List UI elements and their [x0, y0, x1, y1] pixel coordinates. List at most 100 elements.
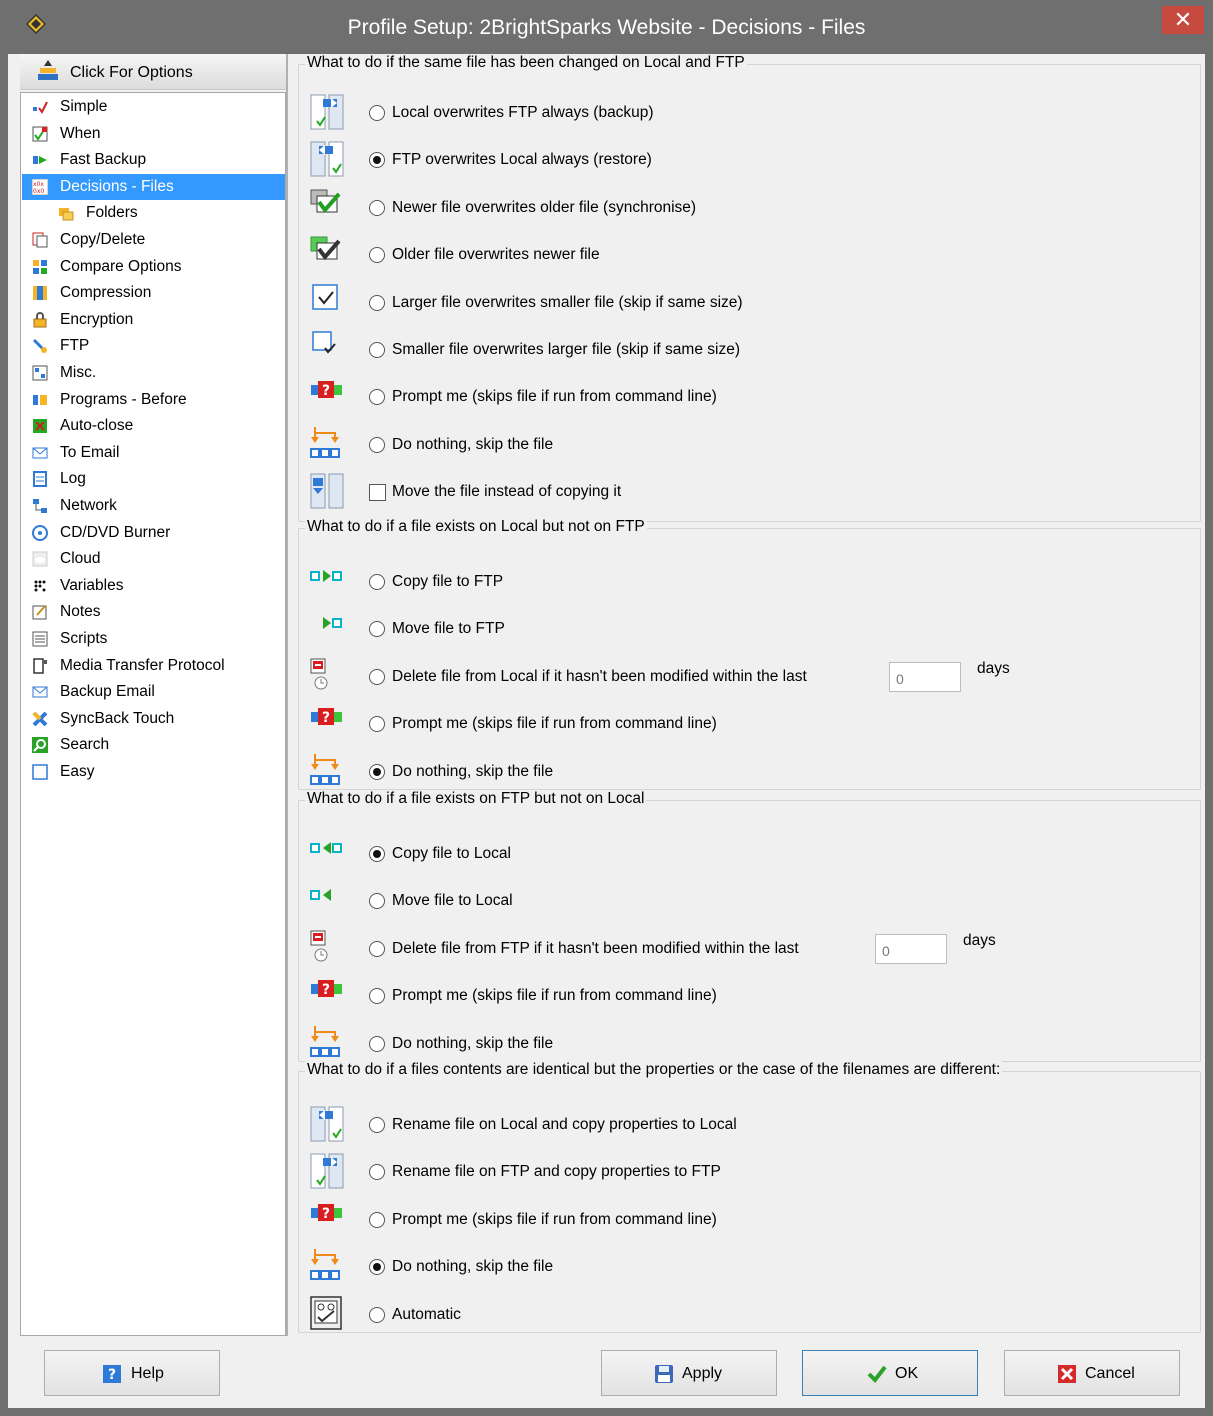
cancel-button[interactable]: Cancel	[1004, 1350, 1180, 1396]
option-label[interactable]: Delete file from Local if it hasn't been…	[392, 668, 807, 686]
option-radio[interactable]	[369, 574, 385, 590]
move-file-checkbox[interactable]	[369, 484, 386, 502]
tree-item-easy[interactable]: Easy	[22, 759, 285, 785]
tree-item-fast-backup[interactable]: Fast Backup	[22, 147, 285, 173]
tree-item-to-email[interactable]: To Email	[22, 440, 285, 466]
option-row[interactable]: Do nothing, skip the file	[299, 425, 1199, 465]
option-row[interactable]: Move file to Local	[299, 881, 1199, 921]
option-radio[interactable]	[369, 436, 385, 453]
tree-item-decisions-files[interactable]: x0x 0x0 Decisions - Files	[22, 173, 285, 200]
days-input[interactable]: 0	[875, 933, 947, 964]
option-row[interactable]: Move file to FTP	[299, 609, 1199, 649]
tree-item-variables[interactable]: Variables	[22, 573, 285, 599]
option-row[interactable]: Delete file from Local if it hasn't been…	[299, 657, 1199, 697]
option-row[interactable]: ? Prompt me (skips file if run from comma…	[299, 976, 1199, 1016]
tree-item-cloud[interactable]: Cloud	[22, 546, 285, 572]
option-label[interactable]: Larger file overwrites smaller file (ski…	[392, 294, 743, 312]
option-label[interactable]: FTP overwrites Local always (restore)	[392, 151, 652, 169]
option-row[interactable]: Delete file from FTP if it hasn't been m…	[299, 929, 1199, 969]
option-label[interactable]: Older file overwrites newer file	[392, 246, 600, 264]
option-row[interactable]: Move the file instead of copying it	[299, 472, 1199, 512]
option-radio[interactable]	[369, 716, 385, 733]
tree-item-cd-dvd-burner[interactable]: CD/DVD Burner	[22, 520, 285, 546]
option-radio[interactable]	[369, 1259, 385, 1276]
option-row[interactable]: Older file overwrites newer file	[299, 235, 1199, 275]
option-row[interactable]: Local overwrites FTP always (backup)	[299, 93, 1199, 133]
option-label[interactable]: Copy file to FTP	[392, 573, 503, 591]
option-label[interactable]: Move file to FTP	[392, 620, 505, 638]
option-radio[interactable]	[369, 1035, 385, 1052]
option-label[interactable]: Newer file overwrites older file (synchr…	[392, 199, 696, 217]
option-label[interactable]: Rename file on FTP and copy properties t…	[392, 1163, 721, 1181]
tree-item-encryption[interactable]: Encryption	[22, 307, 285, 333]
option-row[interactable]: Copy file to Local	[299, 834, 1199, 874]
tree-item-auto-close[interactable]: Auto-close	[22, 413, 285, 439]
option-label[interactable]: Do nothing, skip the file	[392, 763, 553, 781]
option-row[interactable]: Larger file overwrites smaller file (ski…	[299, 283, 1199, 323]
tree-item-backup-email[interactable]: Backup Email	[22, 679, 285, 705]
tree-item-copy-delete[interactable]: Copy/Delete	[22, 227, 285, 253]
tree-item-search[interactable]: Search	[22, 732, 285, 758]
option-label[interactable]: Prompt me (skips file if run from comman…	[392, 388, 717, 406]
option-label[interactable]: Prompt me (skips file if run from comman…	[392, 987, 717, 1005]
option-radio[interactable]	[369, 1164, 385, 1181]
option-row[interactable]: FTP overwrites Local always (restore)	[299, 140, 1199, 180]
option-row[interactable]: ? Prompt me (skips file if run from comma…	[299, 1200, 1199, 1240]
option-radio[interactable]	[369, 988, 385, 1005]
option-radio[interactable]	[369, 247, 385, 264]
tree-item-when[interactable]: When	[22, 121, 285, 147]
option-row[interactable]: Newer file overwrites older file (synchr…	[299, 188, 1199, 228]
option-row[interactable]: Do nothing, skip the file	[299, 1247, 1199, 1287]
option-radio[interactable]	[369, 940, 385, 957]
option-label[interactable]: Copy file to Local	[392, 845, 511, 863]
tree-item-network[interactable]: Network	[22, 493, 285, 519]
option-radio[interactable]	[369, 199, 385, 216]
option-row[interactable]: ? Prompt me (skips file if run from comma…	[299, 377, 1199, 417]
option-radio[interactable]	[369, 1117, 385, 1133]
option-radio[interactable]	[369, 763, 385, 780]
option-label[interactable]: Do nothing, skip the file	[392, 436, 553, 454]
tree-item-programs-before[interactable]: Programs - Before	[22, 387, 285, 413]
option-radio[interactable]	[369, 1306, 385, 1323]
option-row[interactable]: Copy file to FTP	[299, 562, 1199, 602]
option-radio[interactable]	[369, 389, 385, 406]
tree-item-compression[interactable]: Compression	[22, 280, 285, 306]
close-button[interactable]: ✕	[1162, 6, 1204, 34]
tree-item-ftp[interactable]: FTP	[22, 333, 285, 359]
ok-button[interactable]: OK	[802, 1350, 978, 1396]
tree-item-compare-options[interactable]: Compare Options	[22, 254, 285, 280]
tree-item-log[interactable]: Log	[22, 466, 285, 492]
help-button[interactable]: ? Help	[44, 1350, 220, 1396]
tree-item-simple[interactable]: Simple	[22, 94, 285, 120]
settings-tree[interactable]: Simple When Fast Backup x0x 0x0 Decisions - F…	[20, 92, 286, 1336]
option-label[interactable]: Move file to Local	[392, 892, 513, 910]
tree-item-media-transfer-protocol[interactable]: Media Transfer Protocol	[22, 653, 285, 679]
option-radio[interactable]	[369, 1211, 385, 1228]
option-label[interactable]: Delete file from FTP if it hasn't been m…	[392, 940, 799, 958]
option-label[interactable]: Do nothing, skip the file	[392, 1035, 553, 1053]
option-row[interactable]: Smaller file overwrites larger file (ski…	[299, 330, 1199, 370]
option-label[interactable]: Smaller file overwrites larger file (ski…	[392, 341, 740, 359]
tree-item-syncback-touch[interactable]: SyncBack Touch	[22, 706, 285, 732]
option-radio[interactable]	[369, 846, 385, 862]
option-row[interactable]: Do nothing, skip the file	[299, 752, 1199, 792]
option-label[interactable]: Local overwrites FTP always (backup)	[392, 104, 654, 122]
title-bar[interactable]: Profile Setup: 2BrightSparks Website - D…	[0, 0, 1213, 54]
option-label[interactable]: Prompt me (skips file if run from comman…	[392, 715, 717, 733]
tree-item-notes[interactable]: Notes	[22, 599, 285, 625]
option-radio[interactable]	[369, 105, 385, 121]
option-row[interactable]: Rename file on FTP and copy properties t…	[299, 1152, 1199, 1192]
option-row[interactable]: Automatic	[299, 1295, 1199, 1335]
option-row[interactable]: ? Prompt me (skips file if run from comma…	[299, 704, 1199, 744]
option-label[interactable]: Prompt me (skips file if run from comman…	[392, 1211, 717, 1229]
option-row[interactable]: Rename file on Local and copy properties…	[299, 1105, 1199, 1145]
click-for-options-button[interactable]: Click For Options	[20, 54, 286, 90]
option-radio[interactable]	[369, 668, 385, 685]
option-radio[interactable]	[369, 152, 385, 169]
option-radio[interactable]	[369, 621, 385, 638]
option-label[interactable]: Move the file instead of copying it	[392, 483, 621, 501]
option-radio[interactable]	[369, 342, 385, 358]
days-input[interactable]: 0	[889, 661, 961, 692]
option-radio[interactable]	[369, 893, 385, 910]
tree-item-folders[interactable]: Folders	[22, 200, 285, 226]
